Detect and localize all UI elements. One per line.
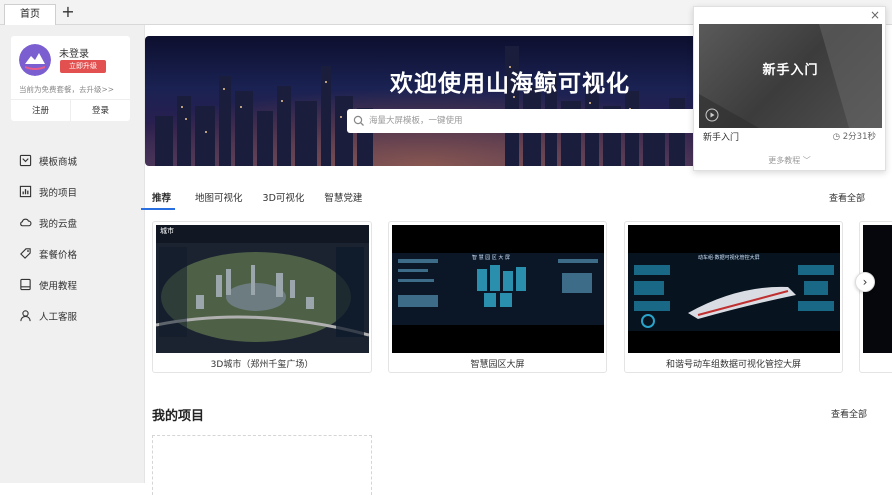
book-icon	[20, 278, 31, 291]
template-thumbnail: 城市	[156, 225, 369, 353]
chevron-down-icon: ﹀	[802, 156, 811, 165]
tab-3d-visualization[interactable]: 3D可视化	[263, 190, 305, 210]
city-skyline-image	[145, 36, 705, 166]
welcome-banner: 欢迎使用山海鲸可视化	[145, 36, 705, 166]
search-input[interactable]	[369, 113, 689, 129]
sidebar-item-customer-service[interactable]: 人工客服	[0, 300, 145, 331]
tutorial-video[interactable]: 新手入门	[699, 24, 882, 128]
free-plan-note[interactable]: 当前为免费套餐，去升级>>	[19, 84, 114, 95]
sidebar-item-label: 套餐价格	[39, 249, 78, 261]
user-icon	[20, 310, 31, 322]
cloud-icon	[20, 218, 32, 227]
template-store-icon	[19, 154, 32, 167]
chevron-right-icon: ›	[862, 275, 868, 289]
template-title: 智慧园区大屏	[470, 360, 525, 370]
my-projects-title: 我的项目	[152, 409, 205, 424]
play-icon[interactable]	[705, 108, 719, 122]
video-duration: ◷ 2分31秒	[832, 132, 876, 142]
sidebar-item-template-store[interactable]: 模板商城	[0, 145, 145, 176]
add-tab-button[interactable]: +	[60, 3, 76, 21]
banner-title: 欢迎使用山海鲸可视化	[390, 71, 630, 97]
thumb-label: 城市	[160, 227, 174, 235]
tab-map-visualization[interactable]: 地图可视化	[195, 190, 243, 210]
see-all-projects-link[interactable]: 查看全部	[831, 407, 867, 420]
avatar[interactable]	[19, 44, 51, 76]
carousel-next-button[interactable]: ›	[855, 272, 875, 292]
thumb-label: 动车组·数据可视化管控大屏	[698, 255, 760, 261]
sidebar-item-label: 人工客服	[39, 311, 78, 323]
thumb-label: 智 慧 园 区 大 屏	[472, 255, 510, 261]
sidebar-item-label: 模板商城	[39, 156, 78, 168]
video-title: 新手入门	[762, 63, 819, 78]
sidebar-item-pricing[interactable]: 套餐价格	[0, 238, 145, 269]
sidebar-nav: 模板商城 我的项目 我的云盘 套餐价格 使用教程 人工客服	[0, 145, 145, 331]
more-tutorials-link[interactable]: 更多教程 ﹀	[694, 155, 885, 166]
sidebar: 未登录 立即升级 当前为免费套餐，去升级>> 注册 登录 模板商城 我的项目 我…	[0, 25, 145, 483]
template-title: 3D城市（郑州千玺广场）	[210, 360, 314, 370]
sidebar-item-tutorials[interactable]: 使用教程	[0, 269, 145, 300]
tab-smart-party-building[interactable]: 智慧党建	[324, 190, 362, 210]
sidebar-item-cloud-drive[interactable]: 我的云盘	[0, 207, 145, 238]
template-title: 和谐号动车组数据可视化管控大屏	[665, 360, 801, 370]
see-all-templates-link[interactable]: 查看全部	[829, 191, 865, 204]
close-icon[interactable]: ×	[870, 8, 880, 22]
tab-recommended[interactable]: 推荐	[141, 190, 176, 210]
template-card[interactable]: 动车组·数据可视化管控大屏 和谐号动车组数据可视化管控大屏	[624, 221, 843, 373]
template-card[interactable]: 智 慧 园 区 大 屏 智慧园区大屏	[388, 221, 607, 373]
chart-icon	[19, 185, 32, 198]
category-tabs: 推荐 地图可视化 3D可视化 智慧党建	[141, 190, 382, 210]
user-card: 未登录 立即升级 当前为免费套餐，去升级>> 注册 登录	[11, 36, 130, 121]
login-button[interactable]: 登录	[71, 100, 130, 121]
sidebar-item-label: 使用教程	[39, 280, 78, 292]
tutorial-popup: × 新手入门 新手入门 ◷ 2分31秒 更多教程 ﹀	[693, 6, 886, 171]
tab-home[interactable]: 首页	[4, 4, 56, 26]
new-project-placeholder[interactable]	[152, 435, 372, 495]
sidebar-item-my-projects[interactable]: 我的项目	[0, 176, 145, 207]
clock-icon: ◷	[832, 132, 841, 142]
template-card-partial[interactable]	[859, 221, 892, 373]
template-search[interactable]	[347, 109, 705, 133]
sidebar-item-label: 我的项目	[39, 187, 78, 199]
template-thumbnail: 智 慧 园 区 大 屏	[392, 225, 604, 353]
search-icon	[353, 115, 364, 126]
video-name: 新手入门	[703, 133, 740, 143]
price-tag-icon	[20, 248, 31, 259]
sidebar-item-label: 我的云盘	[39, 218, 78, 230]
upgrade-button[interactable]: 立即升级	[60, 60, 106, 73]
template-thumbnail: 动车组·数据可视化管控大屏	[628, 225, 840, 353]
template-card[interactable]: 城市 3D城市（郑州千玺广场）	[152, 221, 372, 373]
register-button[interactable]: 注册	[11, 100, 71, 121]
username: 未登录	[59, 49, 89, 60]
